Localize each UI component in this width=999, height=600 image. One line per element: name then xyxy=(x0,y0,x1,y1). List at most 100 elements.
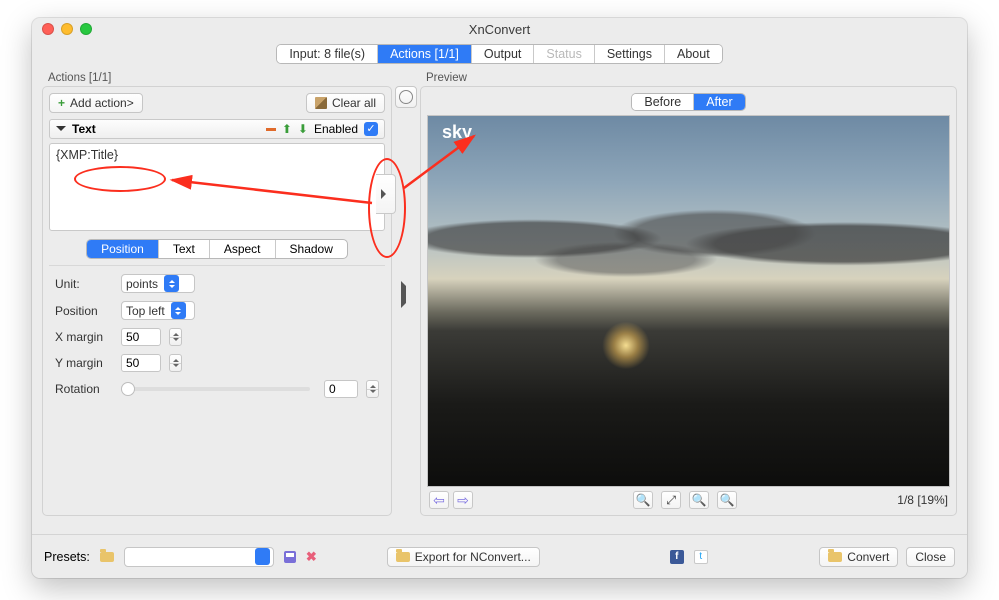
prev-image-button[interactable]: ⇦ xyxy=(429,491,449,509)
actions-panel-label: Actions [1/1] xyxy=(42,72,392,86)
enabled-checkbox[interactable] xyxy=(364,122,378,136)
preview-content xyxy=(428,116,949,486)
app-window: XnConvert Input: 8 file(s) Actions [1/1]… xyxy=(32,18,967,578)
preview-footer: ⇦ ⇨ 🔍 ⤢ 🔍 🔍 1/8 [19%] xyxy=(427,487,950,509)
after-button[interactable]: After xyxy=(694,94,744,110)
window-title: XnConvert xyxy=(469,22,530,37)
action-subtabs: Position Text Aspect Shadow xyxy=(49,239,385,259)
close-window-icon[interactable] xyxy=(42,23,54,35)
unit-select[interactable]: points xyxy=(121,274,195,293)
text-input[interactable]: {XMP:Title} xyxy=(49,143,385,231)
rotation-stepper[interactable] xyxy=(366,380,379,398)
close-button[interactable]: Close xyxy=(906,547,955,567)
unit-value: points xyxy=(126,277,158,291)
subtab-shadow[interactable]: Shadow xyxy=(276,240,347,258)
twitter-icon[interactable]: t xyxy=(694,550,708,564)
tab-about[interactable]: About xyxy=(665,45,722,63)
xmargin-stepper[interactable] xyxy=(169,328,182,346)
unit-label: Unit: xyxy=(55,277,113,291)
preview-counter: 1/8 [19%] xyxy=(897,493,948,507)
ymargin-input[interactable] xyxy=(121,354,161,372)
save-preset-icon[interactable] xyxy=(284,551,296,563)
ymargin-label: Y margin xyxy=(55,356,113,370)
overlay-text: sky xyxy=(442,122,472,143)
select-stepper-icon xyxy=(171,302,186,319)
expand-button[interactable] xyxy=(401,286,411,304)
clear-all-label: Clear all xyxy=(332,96,376,110)
arrow-right-icon: ⇨ xyxy=(457,492,469,509)
zoom-out-icon: 🔍 xyxy=(720,493,735,507)
before-button[interactable]: Before xyxy=(632,94,694,110)
presets-select[interactable] xyxy=(124,547,274,567)
position-label: Position xyxy=(55,304,113,318)
disclosure-icon[interactable] xyxy=(56,126,66,136)
facebook-icon[interactable]: f xyxy=(670,550,684,564)
export-label: Export for NConvert... xyxy=(415,550,531,564)
titlebar: XnConvert xyxy=(32,18,967,40)
tab-actions[interactable]: Actions [1/1] xyxy=(378,45,472,63)
zoom-in-button[interactable]: 🔍 xyxy=(633,491,653,509)
zoom-out-button[interactable]: 🔍 xyxy=(717,491,737,509)
action-header[interactable]: Text ⬆ ⬇ Enabled xyxy=(49,119,385,139)
actions-panel: + Add action> Clear all Text ⬆ ⬇ Enabl xyxy=(42,86,392,516)
subtab-aspect[interactable]: Aspect xyxy=(210,240,276,258)
preview-panel: Before After sky ⇦ ⇨ 🔍 ⤢ 🔍 xyxy=(420,86,957,516)
select-stepper-icon xyxy=(255,548,270,565)
plus-icon: + xyxy=(58,96,65,110)
rotation-input[interactable] xyxy=(324,380,358,398)
enabled-label: Enabled xyxy=(314,122,358,136)
ymargin-stepper[interactable] xyxy=(169,354,182,372)
minimize-window-icon[interactable] xyxy=(61,23,73,35)
add-action-label: Add action> xyxy=(70,96,134,110)
rotation-slider[interactable] xyxy=(121,387,310,391)
main-tabs: Input: 8 file(s) Actions [1/1] Output St… xyxy=(32,40,967,72)
select-stepper-icon xyxy=(164,275,179,292)
convert-label: Convert xyxy=(847,550,889,564)
folder-icon[interactable] xyxy=(100,552,114,562)
footer: Presets: ✖ Export for NConvert... f t Co… xyxy=(32,534,967,578)
zoom-100-button[interactable]: 🔍 xyxy=(689,491,709,509)
insert-variable-button[interactable] xyxy=(376,174,396,214)
middle-column xyxy=(392,72,420,520)
zoom-in-icon: 🔍 xyxy=(636,493,651,507)
convert-button[interactable]: Convert xyxy=(819,547,898,567)
refresh-icon xyxy=(399,90,413,104)
presets-label: Presets: xyxy=(44,550,90,564)
subtab-position[interactable]: Position xyxy=(87,240,159,258)
preview-image: sky xyxy=(427,115,950,487)
close-label: Close xyxy=(915,550,946,564)
xmargin-input[interactable] xyxy=(121,328,161,346)
move-down-icon[interactable]: ⬇ xyxy=(298,122,308,136)
remove-action-icon[interactable] xyxy=(266,128,276,131)
zoom-fit-button[interactable]: ⤢ xyxy=(661,491,681,509)
xmargin-label: X margin xyxy=(55,330,113,344)
arrow-left-icon: ⇦ xyxy=(433,492,445,509)
refresh-preview-button[interactable] xyxy=(395,86,417,108)
position-form: Unit: points Position Top left xyxy=(49,265,385,398)
action-name: Text xyxy=(72,122,96,136)
move-up-icon[interactable]: ⬆ xyxy=(282,122,292,136)
text-value: {XMP:Title} xyxy=(56,148,118,162)
chevron-right-icon xyxy=(381,189,391,199)
position-value: Top left xyxy=(126,304,165,318)
chevron-right-icon xyxy=(401,281,411,308)
delete-preset-icon[interactable]: ✖ xyxy=(306,549,317,565)
rotation-label: Rotation xyxy=(55,382,113,396)
zoom-icon: 🔍 xyxy=(692,493,707,507)
convert-icon xyxy=(828,552,842,562)
export-icon xyxy=(396,552,410,562)
tab-settings[interactable]: Settings xyxy=(595,45,665,63)
tab-output[interactable]: Output xyxy=(472,45,535,63)
position-select[interactable]: Top left xyxy=(121,301,195,320)
tab-status[interactable]: Status xyxy=(534,45,594,63)
fit-icon: ⤢ xyxy=(666,493,676,508)
subtab-text[interactable]: Text xyxy=(159,240,210,258)
clear-all-button[interactable]: Clear all xyxy=(306,93,385,113)
zoom-window-icon[interactable] xyxy=(80,23,92,35)
next-image-button[interactable]: ⇨ xyxy=(453,491,473,509)
export-nconvert-button[interactable]: Export for NConvert... xyxy=(387,547,540,567)
window-controls xyxy=(42,23,92,35)
add-action-button[interactable]: + Add action> xyxy=(49,93,143,113)
tab-input[interactable]: Input: 8 file(s) xyxy=(277,45,378,63)
preview-panel-label: Preview xyxy=(420,72,957,86)
